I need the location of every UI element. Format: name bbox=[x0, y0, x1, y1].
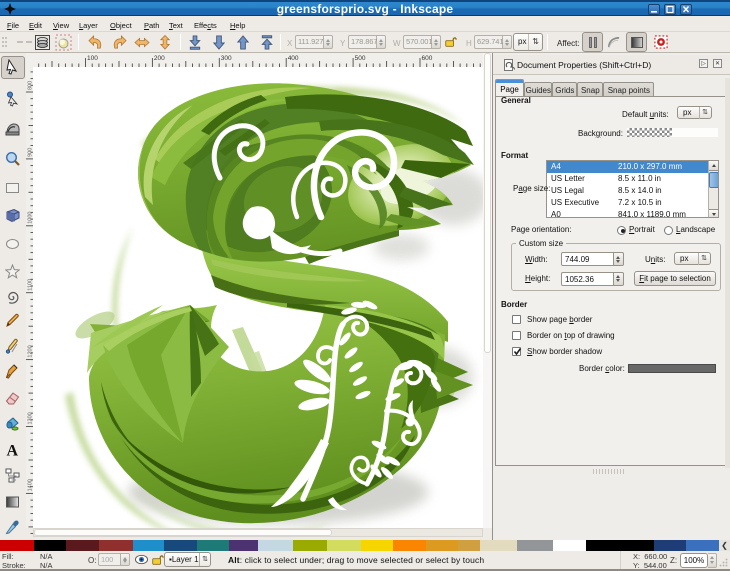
svg-text:300: 300 bbox=[221, 55, 232, 62]
svg-text:400: 400 bbox=[288, 55, 299, 62]
svg-text:600: 600 bbox=[422, 55, 433, 62]
svg-text:500: 500 bbox=[355, 55, 366, 62]
svg-text:100: 100 bbox=[87, 55, 98, 62]
svg-text:A: A bbox=[7, 443, 19, 459]
svg-text:200: 200 bbox=[154, 55, 165, 62]
